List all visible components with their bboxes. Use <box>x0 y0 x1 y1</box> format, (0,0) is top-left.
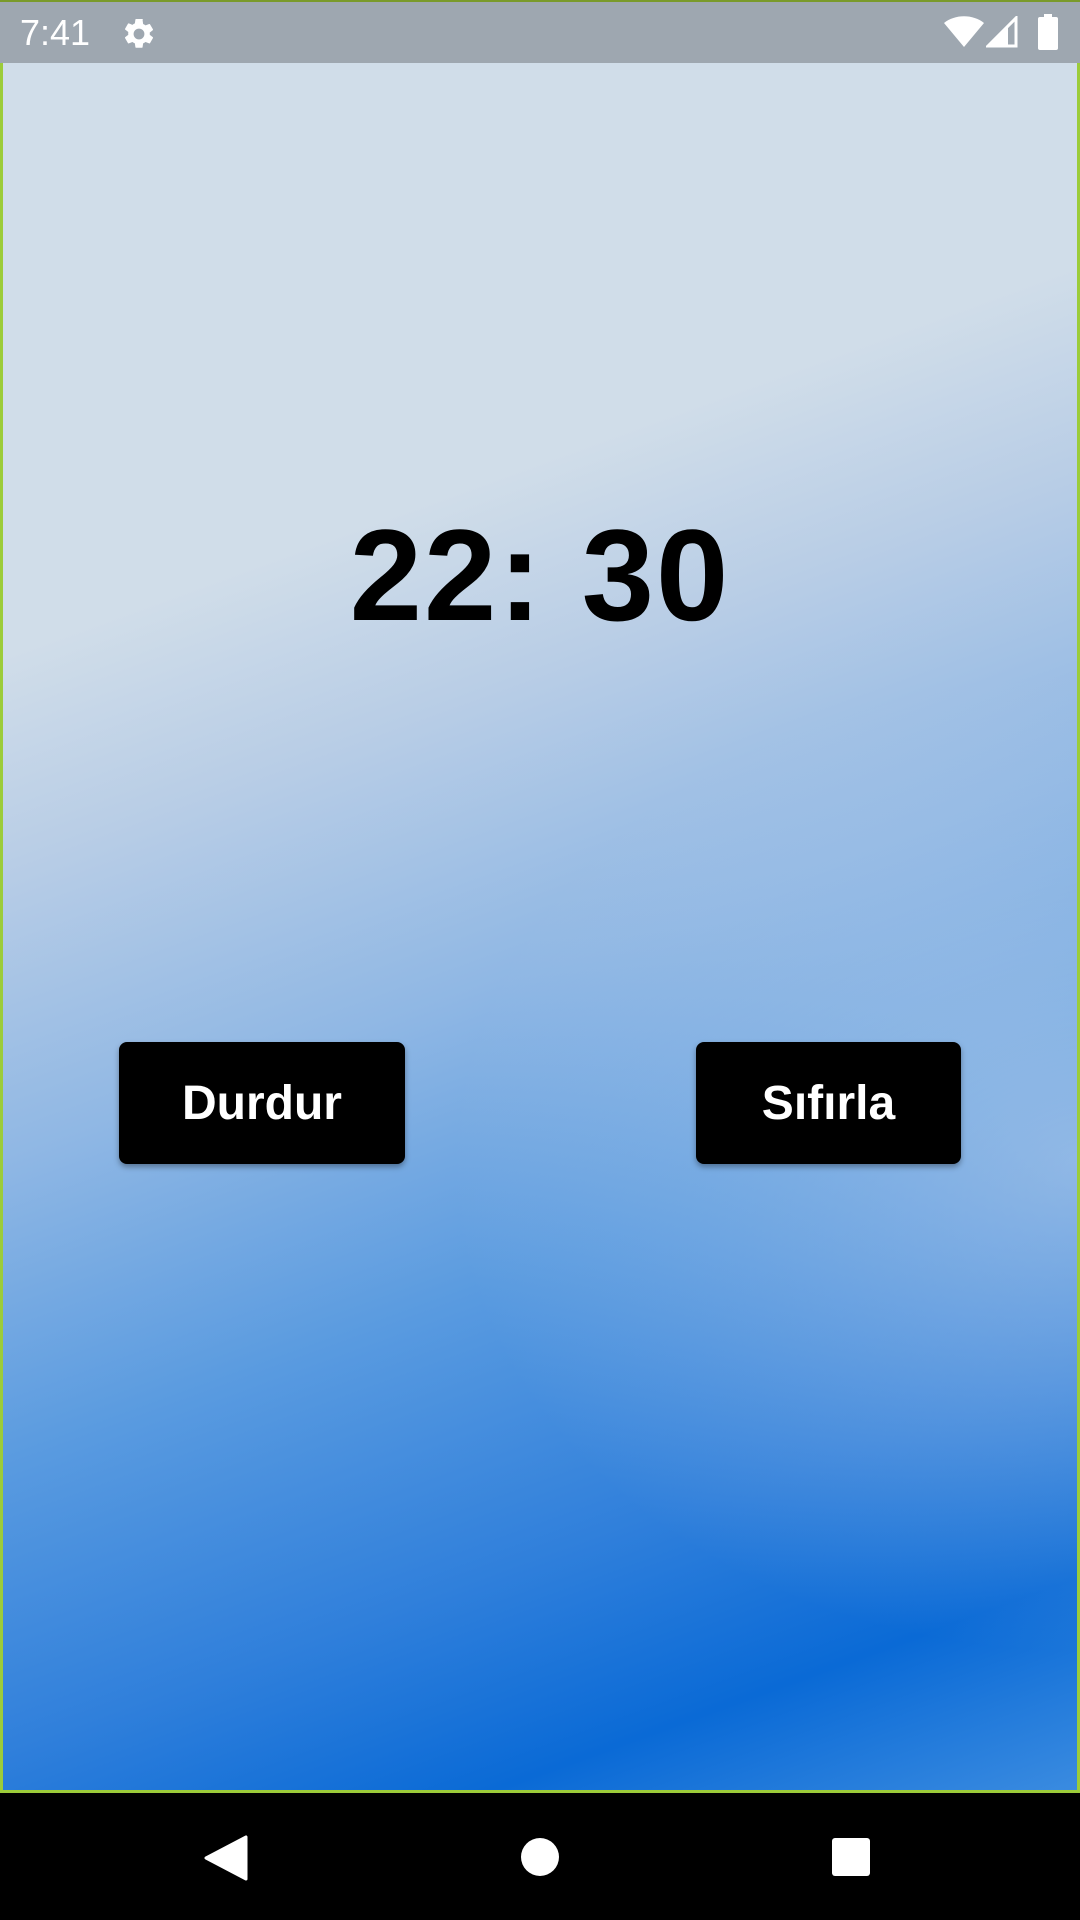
recents-icon[interactable] <box>831 1837 871 1877</box>
reset-button[interactable]: Sıfırla <box>696 1042 961 1164</box>
battery-icon <box>1038 14 1058 50</box>
home-icon[interactable] <box>520 1837 560 1877</box>
status-bar: 7:41 <box>0 0 1080 63</box>
signal-icon <box>986 16 1018 48</box>
back-icon[interactable] <box>204 1835 248 1881</box>
stop-button[interactable]: Durdur <box>119 1042 405 1164</box>
stop-button-label: Durdur <box>182 1076 342 1130</box>
reset-button-label: Sıfırla <box>761 1076 896 1130</box>
navigation-bar <box>0 1793 1080 1920</box>
app-content <box>0 63 1080 1793</box>
wifi-icon <box>944 16 984 47</box>
phone-screen: 7:41 22: 30 Durdur Sıfırla <box>0 0 1080 1920</box>
status-time: 7:41 <box>20 12 91 53</box>
gear-icon <box>124 18 154 48</box>
timer-display: 22: 30 <box>349 502 731 648</box>
